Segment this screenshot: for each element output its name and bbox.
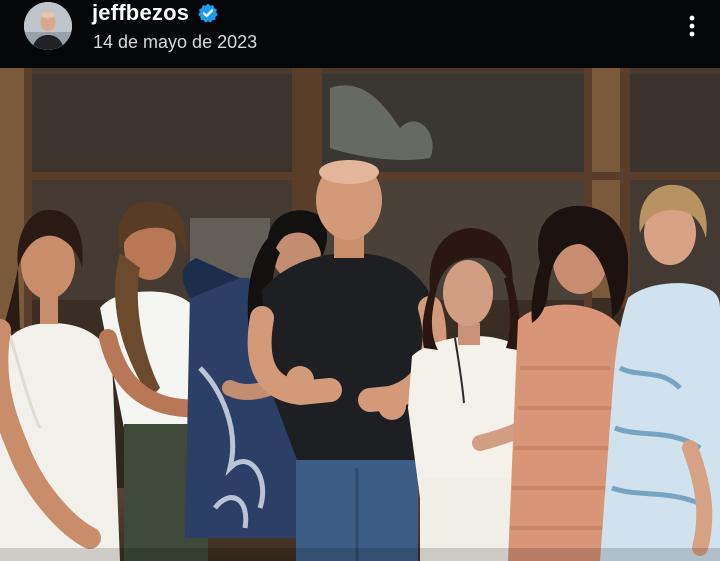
username-row: jeffbezos	[92, 0, 218, 26]
verified-badge-icon	[198, 3, 218, 23]
avatar[interactable]	[24, 2, 72, 50]
more-vertical-icon	[689, 15, 695, 37]
username[interactable]: jeffbezos	[92, 0, 189, 26]
post-photo[interactable]	[0, 68, 720, 561]
post-header: jeffbezos 14 de mayo de 2023	[0, 0, 720, 68]
more-options-button[interactable]	[682, 10, 702, 42]
social-post: jeffbezos 14 de mayo de 2023	[0, 0, 720, 561]
avatar-image	[24, 2, 72, 50]
group-photo-illustration	[0, 68, 720, 561]
post-date: 14 de mayo de 2023	[93, 32, 258, 52]
